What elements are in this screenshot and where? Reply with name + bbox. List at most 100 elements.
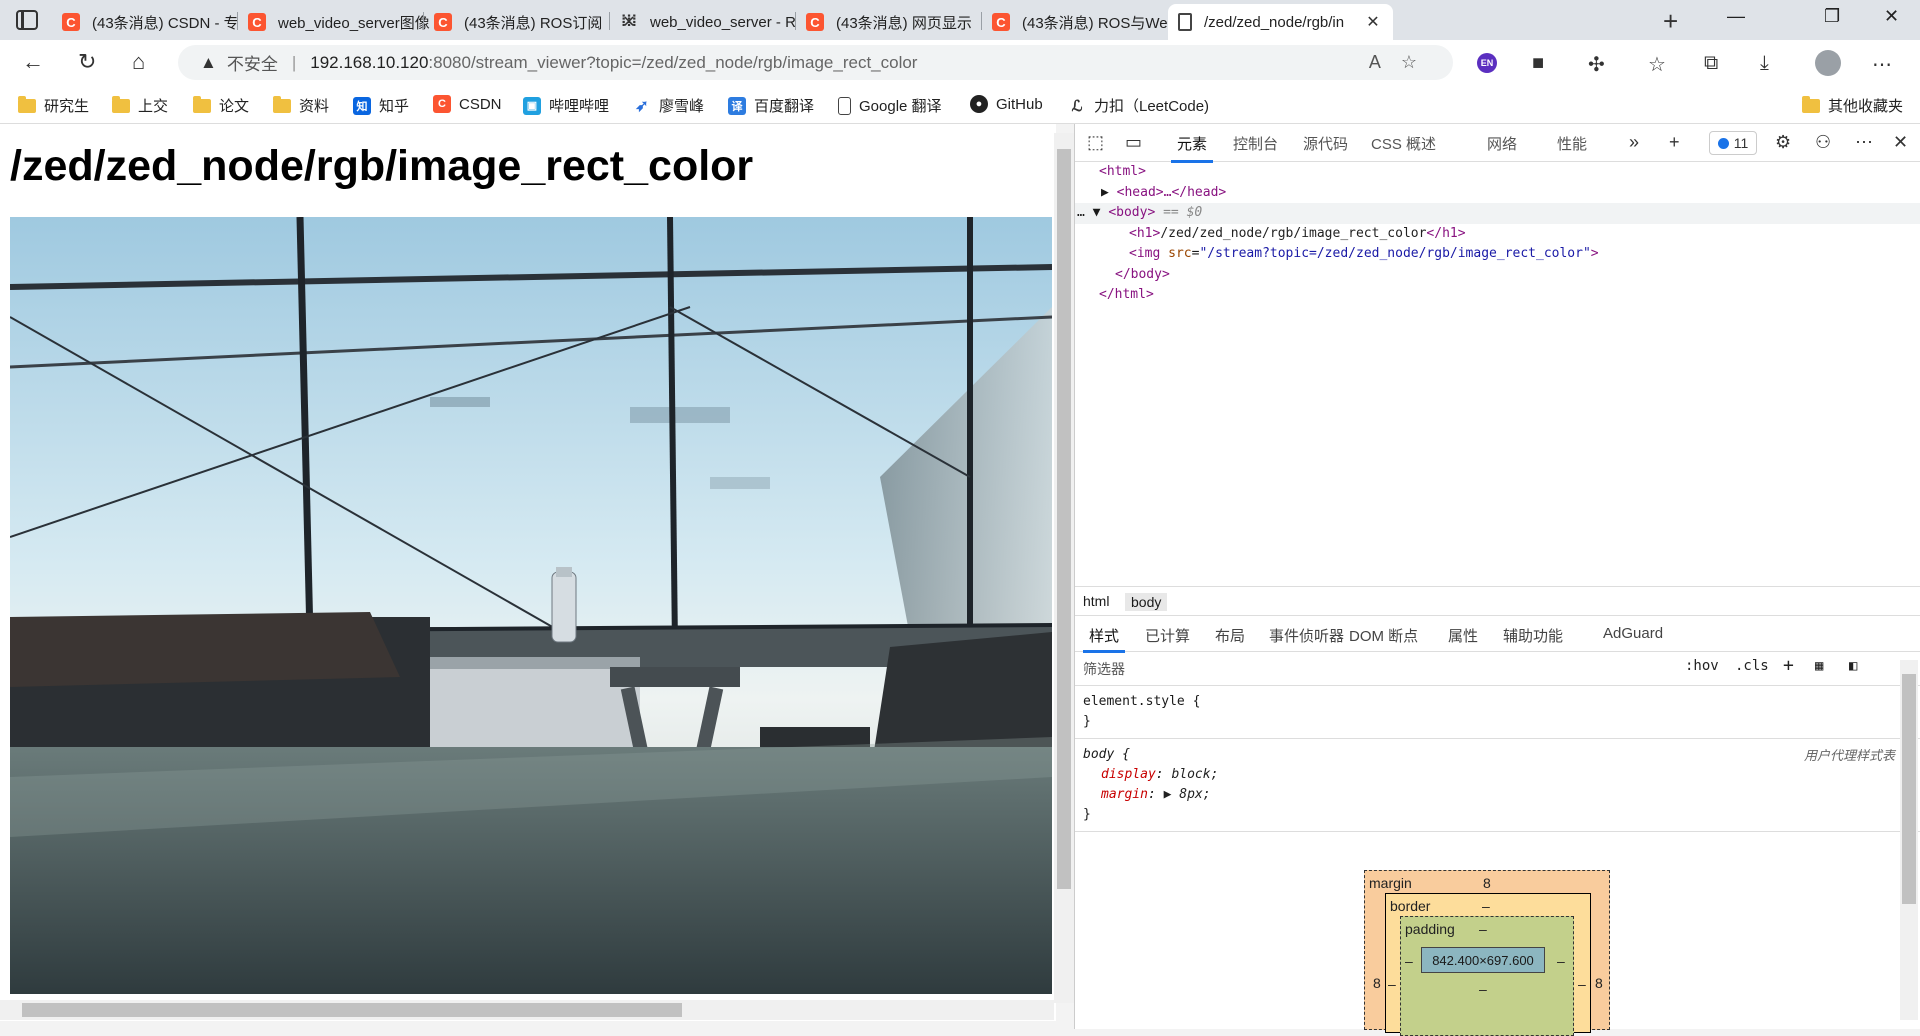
breadcrumb-html[interactable]: html (1083, 593, 1109, 609)
security-status[interactable]: 不安全 (227, 50, 278, 75)
tab-console[interactable]: 控制台 (1233, 133, 1278, 154)
dom-node-img[interactable]: <img src="/stream?topic=/zed/zed_node/rg… (1075, 244, 1920, 265)
tab-performance[interactable]: 性能 (1557, 133, 1587, 154)
hov-button[interactable]: :hov (1685, 658, 1719, 674)
box-model-content-size[interactable]: 842.400×697.600 (1421, 947, 1545, 973)
bookmark-item[interactable]: ● GitHub (970, 95, 1043, 113)
breadcrumb-body[interactable]: body (1125, 593, 1168, 611)
ellipsis-icon[interactable]: … (1077, 205, 1085, 220)
scrollbar-thumb[interactable] (1057, 149, 1071, 889)
border-left-value[interactable]: – (1388, 976, 1396, 992)
element-style-rule[interactable]: element.style { } (1075, 686, 1920, 739)
tab-properties[interactable]: 属性 (1448, 625, 1478, 646)
more-options-icon[interactable]: ⋯ (1855, 132, 1873, 153)
customize-icon[interactable]: ⚇ (1815, 132, 1831, 153)
page-horizontal-scrollbar[interactable] (0, 1000, 1054, 1020)
margin-right-value[interactable]: 8 (1595, 975, 1603, 991)
toggle-sidebar-icon[interactable]: ◧ (1849, 658, 1857, 674)
margin-top-value[interactable]: 8 (1483, 875, 1491, 891)
avatar[interactable] (1815, 50, 1841, 76)
dom-node-h1[interactable]: <h1>/zed/zed_node/rgb/image_rect_color</… (1075, 224, 1920, 245)
refresh-icon[interactable]: ↻ (78, 49, 96, 75)
tab-sources[interactable]: 源代码 (1303, 133, 1348, 154)
device-emulation-icon[interactable]: ▭ (1125, 132, 1142, 153)
translate-extension-icon[interactable]: EN (1477, 53, 1497, 73)
tab-layout[interactable]: 布局 (1215, 625, 1245, 646)
tab-actions-icon[interactable] (16, 10, 38, 30)
expand-triangle-icon[interactable]: ▶ (1101, 185, 1109, 200)
dom-node-head[interactable]: ▶ <head>…</head> (1075, 183, 1920, 204)
padding-bottom-value[interactable]: – (1479, 981, 1487, 997)
download-icon[interactable]: ⤓ (1760, 52, 1769, 75)
tab-computed[interactable]: 已计算 (1145, 625, 1190, 646)
devtools-scrollbar[interactable] (1900, 660, 1918, 1020)
bookmark-item[interactable]: 论文 (193, 95, 249, 116)
close-window-icon[interactable]: ✕ (1884, 6, 1899, 27)
new-rule-icon[interactable]: + (1783, 655, 1794, 676)
url-path: :8080/stream_viewer?topic=/zed/zed_node/… (428, 52, 918, 72)
bookmark-item[interactable]: 其他收藏夹 (1802, 95, 1903, 116)
bookmark-item[interactable]: Google 翻译 (838, 95, 942, 116)
scrollbar-thumb[interactable] (1902, 674, 1916, 904)
more-tabs-icon[interactable]: » (1629, 132, 1639, 153)
bookmark-item[interactable]: 资料 (273, 95, 329, 116)
tab-network[interactable]: 网络 (1487, 133, 1517, 154)
box-model-padding: padding – – – 842.400×697.600 – (1400, 916, 1574, 1036)
collections-icon[interactable]: ⧉ (1704, 52, 1718, 75)
bookmark-item[interactable]: ℒ 力扣（LeetCode) (1068, 95, 1209, 116)
css-declaration[interactable]: margin: ▶ 8px; (1083, 785, 1915, 805)
padding-top-value[interactable]: – (1479, 921, 1487, 937)
inspect-element-icon[interactable]: ⬚ (1087, 132, 1104, 153)
home-icon[interactable]: ⌂ (132, 49, 145, 75)
favorites-icon[interactable]: ☆ (1648, 52, 1666, 77)
dom-node-body-close[interactable]: </body> (1075, 265, 1920, 286)
margin-left-value[interactable]: 8 (1373, 975, 1381, 991)
body-ua-rule[interactable]: body { 用户代理样式表 display: block; margin: ▶… (1075, 739, 1920, 832)
bookmark-item[interactable]: C CSDN (433, 95, 502, 113)
csdn-icon: C (434, 13, 452, 31)
scrollbar-thumb[interactable] (22, 1003, 682, 1017)
bookmark-item[interactable]: ➶ 廖雪峰 (633, 95, 704, 116)
tab-event-listeners[interactable]: 事件侦听器 (1269, 625, 1344, 646)
bookmark-item[interactable]: 译百度翻译 (728, 95, 814, 116)
add-tool-icon[interactable]: + (1669, 132, 1680, 153)
page-vertical-scrollbar[interactable] (1054, 133, 1074, 1003)
border-right-value[interactable]: – (1578, 976, 1586, 992)
browser-tab-active[interactable]: /zed/zed_node/rgb/in ✕ (1168, 4, 1393, 40)
collapse-triangle-icon[interactable]: ▼ (1093, 205, 1101, 220)
back-icon[interactable]: ← (22, 49, 44, 75)
extensions-puzzle-icon[interactable]: ✣ (1588, 52, 1605, 77)
tab-styles[interactable]: 样式 (1082, 625, 1126, 653)
padding-right-value[interactable]: – (1557, 953, 1565, 969)
restore-icon[interactable]: ❐ (1824, 6, 1840, 27)
close-devtools-icon[interactable]: ✕ (1893, 132, 1908, 153)
padding-left-value[interactable]: – (1405, 953, 1413, 969)
bookmark-item[interactable]: 知知乎 (353, 95, 409, 116)
dom-node-body-selected[interactable]: … ▼ <body> == $0 (1075, 203, 1920, 224)
extension-icon[interactable]: ■ (1532, 52, 1544, 75)
tab-accessibility[interactable]: 辅助功能 (1503, 625, 1563, 646)
minimize-icon[interactable]: — (1727, 6, 1745, 27)
paint-icon[interactable]: ▦ (1815, 658, 1823, 674)
tab-elements[interactable]: 元素 (1170, 133, 1214, 163)
address-bar[interactable]: ▲ 不安全 | 192.168.10.120 :8080/stream_view… (178, 45, 1453, 80)
bookmark-item[interactable]: ▣ 哔哩哔哩 (523, 95, 609, 116)
settings-gear-icon[interactable]: ⚙ (1775, 132, 1791, 153)
warning-icon[interactable]: ▲ (200, 53, 217, 73)
bookmark-item[interactable]: 研究生 (18, 95, 89, 116)
dom-node-html[interactable]: <html> (1075, 162, 1920, 183)
tab-adguard[interactable]: AdGuard (1603, 625, 1663, 642)
tab-dom-breakpoints[interactable]: DOM 断点 (1349, 625, 1418, 646)
read-aloud-icon[interactable]: A☆ (1369, 52, 1437, 73)
issues-badge[interactable]: 11 (1709, 131, 1757, 155)
css-declaration[interactable]: display: block; (1083, 765, 1915, 785)
close-icon[interactable]: ✕ (1363, 12, 1383, 32)
more-menu-icon[interactable]: ⋯ (1872, 52, 1892, 77)
tab-css-overview[interactable]: CSS 概述 (1371, 133, 1436, 154)
border-top-value[interactable]: – (1482, 898, 1490, 914)
new-tab-button[interactable]: + (1663, 6, 1678, 37)
bookmark-item[interactable]: 上交 (112, 95, 168, 116)
dom-node-html-close[interactable]: </html> (1075, 285, 1920, 306)
filter-input[interactable]: 筛选器 (1083, 659, 1125, 679)
cls-button[interactable]: .cls (1735, 658, 1769, 674)
